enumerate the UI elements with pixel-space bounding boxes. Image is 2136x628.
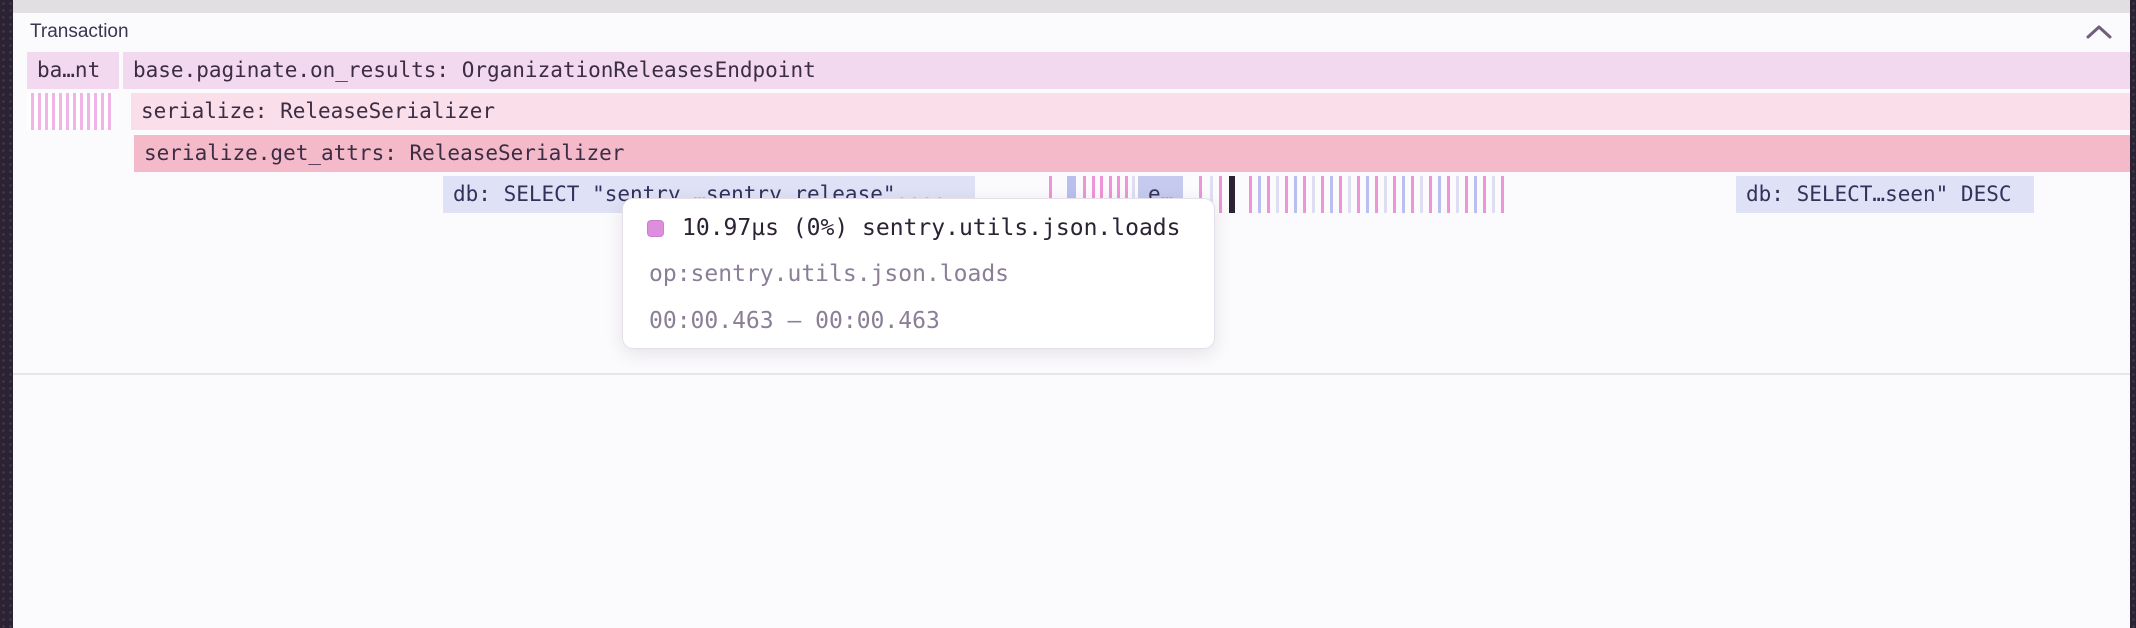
profiling-trace-view: Transaction ba…ntbase.paginate.on_result… (0, 0, 2136, 628)
span-row: serialize: ReleaseSerializer (13, 93, 2130, 130)
chevron-up-icon (2086, 24, 2112, 40)
tooltip-summary: 10.97µs (0%) sentry.utils.json.loads (682, 215, 1181, 241)
span-tick[interactable] (1321, 176, 1324, 213)
span-bar[interactable]: ba…nt (27, 52, 119, 89)
span-bar[interactable]: serialize.get_attrs: ReleaseSerializer (134, 135, 2130, 172)
span-tick[interactable] (1393, 176, 1396, 213)
span-tooltip: 10.97µs (0%) sentry.utils.json.loads op:… (622, 198, 1215, 349)
transaction-panel-title: Transaction (30, 13, 129, 50)
tooltip-summary-row: 10.97µs (0%) sentry.utils.json.loads (647, 215, 1181, 241)
span-tick[interactable] (1285, 176, 1288, 213)
span-tick[interactable] (1348, 176, 1351, 213)
span-tick[interactable] (1375, 176, 1378, 213)
span-tick[interactable] (1474, 176, 1477, 213)
transaction-header: Transaction (13, 13, 2130, 50)
span-tick[interactable] (1294, 176, 1297, 213)
span-tick[interactable] (1312, 176, 1315, 213)
span-tick[interactable] (1366, 176, 1369, 213)
autogrouped-span-bar[interactable] (27, 93, 113, 130)
span-tick[interactable] (1276, 176, 1279, 213)
span-tick[interactable] (1456, 176, 1459, 213)
span-bar[interactable]: db: SELECT…seen" DESC (1736, 176, 2034, 213)
left-edge-strip (0, 0, 13, 628)
span-tick[interactable] (1219, 176, 1222, 213)
profile-panel: Profile 458.00ms460.00ms462.00ms464.00ms… (13, 373, 2130, 628)
span-tick[interactable] (1267, 176, 1270, 213)
span-tick[interactable] (1501, 176, 1504, 213)
span-row: ba…ntbase.paginate.on_results: Organizat… (13, 52, 2130, 89)
span-tick[interactable] (1420, 176, 1423, 213)
span-tick[interactable] (1249, 176, 1252, 213)
tooltip-op: op:sentry.utils.json.loads (649, 261, 1009, 287)
span-tick[interactable] (1357, 176, 1360, 213)
span-tick[interactable] (1438, 176, 1441, 213)
span-color-swatch (647, 220, 664, 237)
span-tick[interactable] (1229, 176, 1235, 213)
span-tick[interactable] (1411, 176, 1414, 213)
span-bar[interactable]: base.paginate.on_results: OrganizationRe… (123, 52, 2130, 89)
transaction-panel: Transaction ba…ntbase.paginate.on_result… (13, 0, 2130, 373)
span-tick[interactable] (1258, 176, 1261, 213)
tooltip-time-range: 00:00.463 — 00:00.463 (649, 308, 940, 334)
span-tick[interactable] (1339, 176, 1342, 213)
span-tick[interactable] (1402, 176, 1405, 213)
right-edge-strip (2130, 0, 2136, 628)
span-tick[interactable] (1447, 176, 1450, 213)
span-tick[interactable] (1465, 176, 1468, 213)
span-tick[interactable] (1483, 176, 1486, 213)
span-tick[interactable] (1492, 176, 1495, 213)
collapse-transaction-button[interactable] (2086, 24, 2112, 40)
span-tick[interactable] (1303, 176, 1306, 213)
span-tick[interactable] (1429, 176, 1432, 213)
span-bar[interactable]: serialize: ReleaseSerializer (131, 93, 2130, 130)
span-row: serialize.get_attrs: ReleaseSerializer (13, 135, 2130, 172)
span-tick[interactable] (1384, 176, 1387, 213)
span-tick[interactable] (1330, 176, 1333, 213)
